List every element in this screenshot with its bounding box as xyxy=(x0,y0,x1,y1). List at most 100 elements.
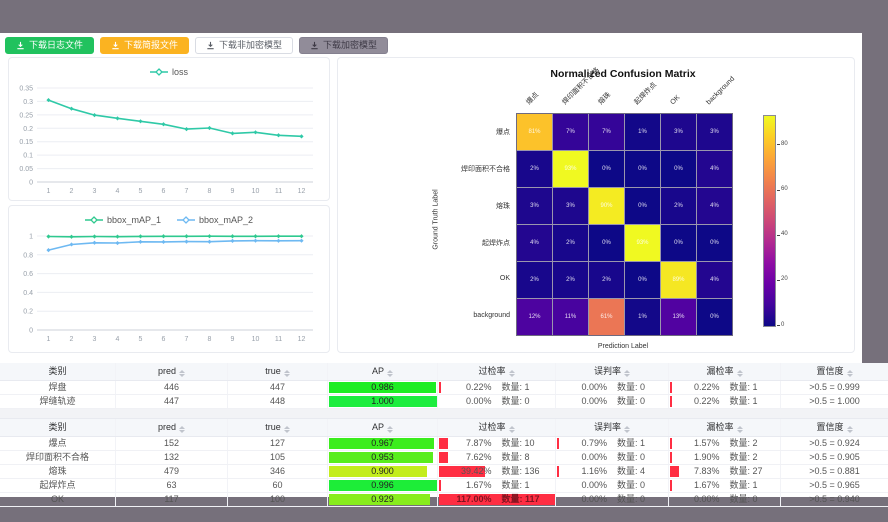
matrix-cell: 4% xyxy=(697,188,732,224)
matrix-cell: 0% xyxy=(589,225,624,261)
col-header-mis[interactable]: 误判率 xyxy=(555,419,668,436)
svg-text:6: 6 xyxy=(162,188,166,195)
matrix-cell-value: 89% xyxy=(672,277,684,283)
matrix-cell-value: 2% xyxy=(674,203,683,209)
confidence-cell: >0.5 = 0.881 xyxy=(780,465,888,478)
col-header-over[interactable]: 过检率 xyxy=(437,363,555,380)
ap-value: 0.953 xyxy=(371,452,394,462)
sort-icon xyxy=(737,426,743,433)
matrix-cell: 11% xyxy=(553,299,588,335)
download-log-button[interactable]: 下载日志文件 xyxy=(5,37,94,54)
legend-marker-icon xyxy=(177,216,195,224)
button-label: 下载简报文件 xyxy=(124,41,178,50)
rate-count: 数量: 1 xyxy=(617,437,662,450)
rate-bar xyxy=(670,382,672,393)
rate-count: 数量: 2 xyxy=(730,451,774,464)
matrix-row-label: OK xyxy=(414,275,510,282)
matrix-cell: 0% xyxy=(661,151,696,187)
matrix-cell-value: 3% xyxy=(710,129,719,135)
rate-cell: 39.42%数量: 136 xyxy=(437,465,555,478)
download-encrypted-model-button[interactable]: 下载加密模型 xyxy=(299,37,388,54)
ap-cell: 1.000 xyxy=(327,395,437,408)
matrix-cell: 0% xyxy=(625,188,660,224)
svg-text:10: 10 xyxy=(252,188,260,195)
rate-percent: 0.00% xyxy=(562,493,607,506)
matrix-cell-value: 2% xyxy=(602,277,611,283)
col-header-miss[interactable]: 漏检率 xyxy=(668,363,780,380)
rate-count: 数量: 0 xyxy=(730,493,774,506)
legend-item-bbox_mAP_1[interactable]: bbox_mAP_1 xyxy=(85,215,161,225)
legend-item-bbox_mAP_2[interactable]: bbox_mAP_2 xyxy=(177,215,253,225)
confidence-cell: >0.5 = 0.905 xyxy=(780,451,888,464)
matrix-cell-value: 0% xyxy=(602,166,611,172)
col-header-miss[interactable]: 漏检率 xyxy=(668,419,780,436)
rate-count: 数量: 10 xyxy=(502,437,549,450)
legend-marker-icon xyxy=(150,68,168,76)
sort-icon xyxy=(284,370,290,377)
col-header-pred[interactable]: pred xyxy=(115,419,227,436)
matrix-cell: 61% xyxy=(589,299,624,335)
rate-count: 数量: 2 xyxy=(730,437,774,450)
matrix-cell-value: 0% xyxy=(602,240,611,246)
rate-count: 数量: 27 xyxy=(730,465,774,478)
matrix-cell-value: 12% xyxy=(528,314,540,320)
col-header-ap[interactable]: AP xyxy=(327,419,437,436)
legend-label: loss xyxy=(172,67,188,77)
download-plain-model-button[interactable]: 下载非加密模型 xyxy=(195,37,293,54)
legend-item-loss[interactable]: loss xyxy=(150,67,188,77)
rate-count: 数量: 0 xyxy=(502,395,549,408)
map-chart-card: bbox_mAP_1bbox_mAP_2 00.20.40.60.8112345… xyxy=(8,205,330,353)
col-header-conf[interactable]: 置信度 xyxy=(780,363,888,380)
true-cell: 100 xyxy=(227,493,327,506)
svg-text:1: 1 xyxy=(47,188,51,195)
rate-cell: 0.00%数量: 0 xyxy=(668,493,780,506)
matrix-cell-value: 3% xyxy=(566,203,575,209)
rate-cell: 0.22%数量: 1 xyxy=(668,395,780,408)
col-header-label: 过检率 xyxy=(478,422,505,432)
rate-count: 数量: 1 xyxy=(730,479,774,492)
rate-bar xyxy=(670,396,672,407)
matrix-cell: 2% xyxy=(553,225,588,261)
matrix-cell-value: 13% xyxy=(672,314,684,320)
col-header-label: 误判率 xyxy=(594,366,621,376)
col-header-mis[interactable]: 误判率 xyxy=(555,363,668,380)
matrix-cell: 90% xyxy=(589,188,624,224)
svg-text:0.1: 0.1 xyxy=(23,153,33,160)
matrix-row-label: 爆点 xyxy=(414,127,510,137)
sort-icon xyxy=(509,426,515,433)
rate-cell: 1.57%数量: 2 xyxy=(668,437,780,450)
rate-cell: 0.00%数量: 0 xyxy=(555,395,668,408)
svg-text:0.05: 0.05 xyxy=(19,166,33,173)
matrix-cell: 89% xyxy=(661,262,696,298)
rate-count: 数量: 1 xyxy=(502,479,549,492)
sort-icon xyxy=(847,426,853,433)
colorbar-tick-label: 0 xyxy=(781,322,784,328)
col-header-true[interactable]: true xyxy=(227,419,327,436)
class-cell: 焊盘 xyxy=(0,381,115,394)
rate-percent: 0.79% xyxy=(562,437,607,450)
col-header-pred[interactable]: pred xyxy=(115,363,227,380)
matrix-cell-value: 2% xyxy=(566,277,575,283)
class-cell: 焊印面积不合格 xyxy=(0,451,115,464)
rate-percent: 7.87% xyxy=(445,437,492,450)
rate-percent: 1.67% xyxy=(675,479,719,492)
matrix-cell-value: 0% xyxy=(638,203,647,209)
col-header-label: 置信度 xyxy=(816,366,843,376)
svg-text:2: 2 xyxy=(70,336,74,343)
svg-text:7: 7 xyxy=(185,188,189,195)
col-header-conf[interactable]: 置信度 xyxy=(780,419,888,436)
svg-text:1: 1 xyxy=(47,336,51,343)
download-brief-button[interactable]: 下载简报文件 xyxy=(100,37,189,54)
col-header-true[interactable]: true xyxy=(227,363,327,380)
col-header-over[interactable]: 过检率 xyxy=(437,419,555,436)
matrix-cell-value: 93% xyxy=(636,240,648,246)
matrix-cell: 7% xyxy=(553,114,588,150)
rate-count: 数量: 4 xyxy=(617,465,662,478)
col-header-label: pred xyxy=(158,366,176,376)
rate-percent: 1.16% xyxy=(562,465,607,478)
map-chart: 00.20.40.60.81123456789101112 xyxy=(9,230,329,346)
pred-cell: 132 xyxy=(115,451,227,464)
svg-text:3: 3 xyxy=(93,188,97,195)
col-header-ap[interactable]: AP xyxy=(327,363,437,380)
table-row: 爆点1521270.9677.87%数量: 100.79%数量: 11.57%数… xyxy=(0,437,888,451)
